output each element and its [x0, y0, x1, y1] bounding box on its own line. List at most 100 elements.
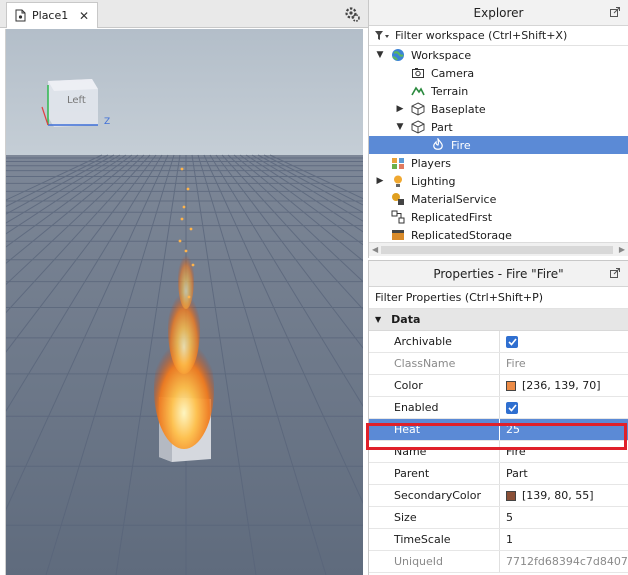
- property-name: UniqueId: [369, 551, 500, 572]
- property-value[interactable]: Part: [500, 463, 628, 484]
- property-value[interactable]: [236, 139, 70]: [500, 375, 628, 396]
- document-tab-bar: Place1 ✕: [0, 0, 368, 28]
- property-row-classname[interactable]: ClassName Fire: [369, 353, 628, 375]
- property-value[interactable]: 1: [500, 529, 628, 550]
- property-grid: Archivable ClassName Fire Color [236, 139, 7…: [369, 331, 628, 573]
- color-swatch[interactable]: [506, 380, 516, 391]
- property-value[interactable]: Fire: [500, 441, 628, 462]
- tree-item-replicatedstorage[interactable]: ReplicatedStorage: [369, 226, 628, 240]
- chevron-down-icon[interactable]: ▼: [395, 122, 405, 132]
- players-icon: [391, 156, 405, 170]
- color-swatch[interactable]: [506, 490, 516, 501]
- explorer-filter[interactable]: Filter workspace (Ctrl+Shift+X): [369, 26, 628, 46]
- property-value-text: [236, 139, 70]: [522, 379, 601, 392]
- property-name: Color: [369, 375, 500, 396]
- close-icon[interactable]: ✕: [79, 9, 89, 23]
- viewcube-face-label: Left: [67, 95, 86, 106]
- tree-item-label: Terrain: [431, 84, 469, 98]
- view-cube[interactable]: Left Z: [38, 67, 111, 137]
- properties-title: Properties - Fire "Fire": [433, 266, 564, 281]
- property-name: TimeScale: [369, 529, 500, 550]
- replicated-first-icon: [391, 210, 405, 224]
- tree-item-materialservice[interactable]: MaterialService: [369, 190, 628, 208]
- checkbox-checked-icon[interactable]: [506, 335, 518, 348]
- gear-icon[interactable]: [343, 5, 361, 23]
- property-value-text: 1: [506, 533, 513, 546]
- undock-icon[interactable]: [610, 7, 620, 17]
- tree-item-label: Lighting: [411, 174, 456, 188]
- property-value[interactable]: 25: [500, 419, 628, 440]
- property-value-text: Part: [506, 467, 528, 480]
- tree-item-baseplate[interactable]: ▶ Baseplate: [369, 100, 628, 118]
- checkbox-checked-icon[interactable]: [506, 401, 518, 414]
- property-value-text: 25: [506, 423, 520, 436]
- replicated-storage-icon: [391, 228, 405, 240]
- chevron-right-icon[interactable]: ▶: [375, 176, 385, 186]
- tree-item-part[interactable]: ▼ Part: [369, 118, 628, 136]
- property-row-color[interactable]: Color [236, 139, 70]: [369, 375, 628, 397]
- property-name: ClassName: [369, 353, 500, 374]
- property-row-name[interactable]: Name Fire: [369, 441, 628, 463]
- property-name: SecondaryColor: [369, 485, 500, 506]
- property-row-size[interactable]: Size 5: [369, 507, 628, 529]
- property-value[interactable]: [500, 397, 628, 418]
- terrain-icon: [411, 84, 425, 98]
- tree-item-workspace[interactable]: ▼ Workspace: [369, 46, 628, 64]
- property-row-parent[interactable]: Parent Part: [369, 463, 628, 485]
- property-value-text: 5: [506, 511, 513, 524]
- 3d-viewport[interactable]: Left Z: [5, 29, 363, 575]
- property-value-text: Fire: [506, 445, 526, 458]
- filter-icon: [375, 30, 389, 40]
- property-value-text: Fire: [506, 357, 526, 370]
- properties-filter-placeholder: Filter Properties (Ctrl+Shift+P): [375, 291, 544, 304]
- undock-icon[interactable]: [610, 268, 620, 278]
- property-row-secondarycolor[interactable]: SecondaryColor [139, 80, 55]: [369, 485, 628, 507]
- chevron-down-icon[interactable]: ▼: [375, 50, 385, 60]
- property-name: Size: [369, 507, 500, 528]
- property-name: Parent: [369, 463, 500, 484]
- z-axis-label: Z: [104, 117, 111, 127]
- tree-item-lighting[interactable]: ▶ Lighting: [369, 172, 628, 190]
- property-name: Enabled: [369, 397, 500, 418]
- tree-item-label: Camera: [431, 66, 475, 80]
- tree-item-players[interactable]: Players: [369, 154, 628, 172]
- document-icon: [15, 9, 26, 22]
- property-row-enabled[interactable]: Enabled: [369, 397, 628, 419]
- explorer-filter-placeholder: Filter workspace (Ctrl+Shift+X): [395, 29, 568, 42]
- part-icon: [411, 102, 425, 116]
- property-name: Archivable: [369, 331, 500, 352]
- property-name: Heat: [369, 419, 500, 440]
- explorer-panel: Explorer Filter workspace (Ctrl+Shift+X)…: [368, 0, 628, 258]
- scrollbar-thumb[interactable]: [381, 246, 613, 254]
- property-value[interactable]: 5: [500, 507, 628, 528]
- tree-item-camera[interactable]: Camera: [369, 64, 628, 82]
- tab-place1[interactable]: Place1 ✕: [6, 2, 98, 28]
- properties-title-bar: Properties - Fire "Fire": [369, 261, 628, 287]
- property-value: 7712fd68394c7d8407...: [500, 551, 628, 572]
- lighting-icon: [391, 174, 405, 188]
- tree-item-label: ReplicatedFirst: [411, 210, 493, 224]
- tree-item-replicatedfirst[interactable]: ReplicatedFirst: [369, 208, 628, 226]
- tree-item-label: MaterialService: [411, 192, 497, 206]
- property-value-text: [139, 80, 55]: [522, 489, 594, 502]
- property-row-archivable[interactable]: Archivable: [369, 331, 628, 353]
- tree-item-label: Baseplate: [431, 102, 486, 116]
- property-value: Fire: [500, 353, 628, 374]
- property-value-text: 7712fd68394c7d8407...: [506, 555, 628, 568]
- tree-item-terrain[interactable]: Terrain: [369, 82, 628, 100]
- section-data-header[interactable]: ▼ Data: [369, 309, 628, 331]
- properties-panel: Properties - Fire "Fire" Filter Properti…: [368, 260, 628, 575]
- properties-filter[interactable]: Filter Properties (Ctrl+Shift+P): [369, 287, 628, 309]
- property-row-uniqueid[interactable]: UniqueId 7712fd68394c7d8407...: [369, 551, 628, 573]
- property-name: Name: [369, 441, 500, 462]
- property-value[interactable]: [500, 331, 628, 352]
- tree-item-label: Fire: [451, 138, 471, 152]
- property-value[interactable]: [139, 80, 55]: [500, 485, 628, 506]
- tree-item-fire[interactable]: Fire: [369, 136, 628, 154]
- property-row-heat[interactable]: Heat 25: [369, 419, 628, 441]
- explorer-horizontal-scrollbar[interactable]: ◀ ▶: [369, 242, 628, 256]
- chevron-right-icon[interactable]: ▶: [395, 104, 405, 114]
- material-service-icon: [391, 192, 405, 206]
- property-row-timescale[interactable]: TimeScale 1: [369, 529, 628, 551]
- tree-item-label: Players: [411, 156, 451, 170]
